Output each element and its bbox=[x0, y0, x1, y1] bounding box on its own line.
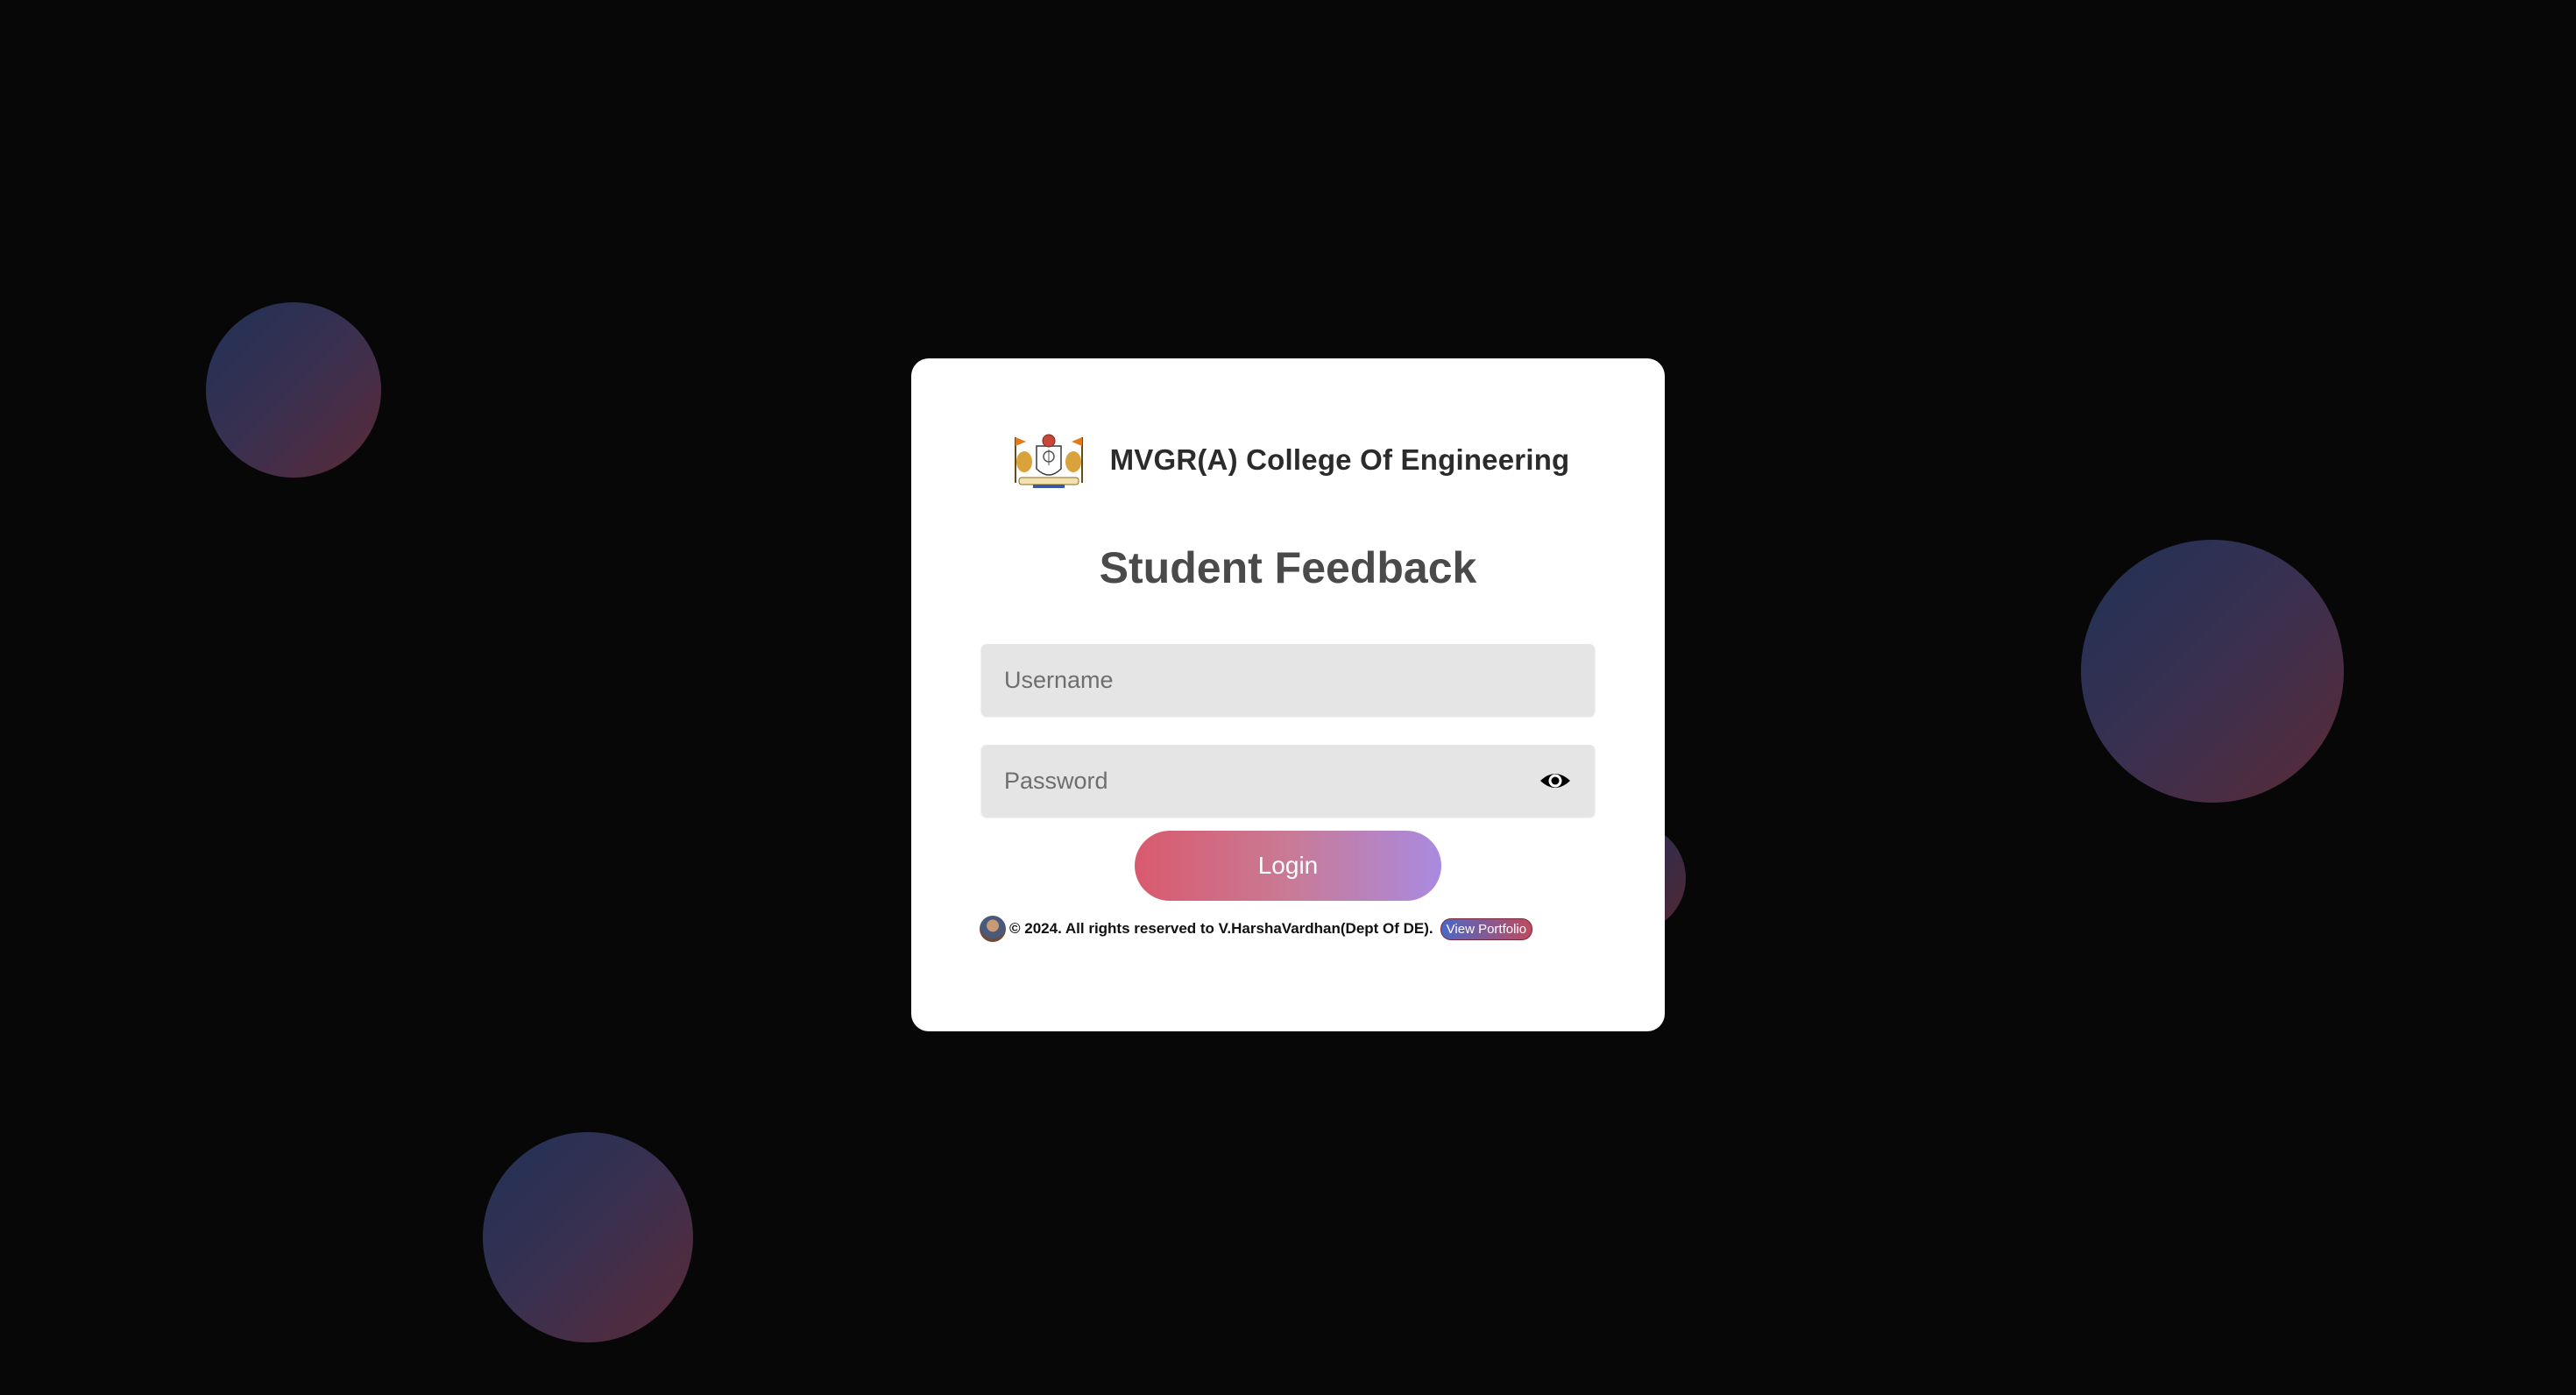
copyright-text: © 2024. All rights reserved to V.HarshaV… bbox=[1009, 920, 1433, 937]
page-title: Student Feedback bbox=[1099, 543, 1477, 592]
login-button[interactable]: Login bbox=[1135, 831, 1441, 901]
avatar bbox=[980, 916, 1006, 942]
college-header: MVGR(A) College Of Engineering bbox=[911, 428, 1665, 492]
eye-icon[interactable] bbox=[1539, 765, 1572, 797]
page-background: MVGR(A) College Of Engineering Student F… bbox=[0, 0, 2576, 1395]
decorative-circle bbox=[483, 1132, 693, 1342]
college-name: MVGR(A) College Of Engineering bbox=[1109, 443, 1570, 476]
view-portfolio-link[interactable]: View Portfolio bbox=[1440, 917, 1533, 940]
decorative-circle bbox=[2081, 540, 2344, 803]
decorative-circle bbox=[206, 302, 381, 478]
username-field-container bbox=[981, 644, 1595, 716]
password-field-container bbox=[981, 745, 1595, 817]
password-input[interactable] bbox=[981, 745, 1595, 817]
college-crest-icon bbox=[1014, 434, 1083, 488]
username-input[interactable] bbox=[981, 644, 1595, 716]
login-card: MVGR(A) College Of Engineering Student F… bbox=[911, 358, 1665, 1031]
footer: © 2024. All rights reserved to V.HarshaV… bbox=[980, 914, 1533, 944]
